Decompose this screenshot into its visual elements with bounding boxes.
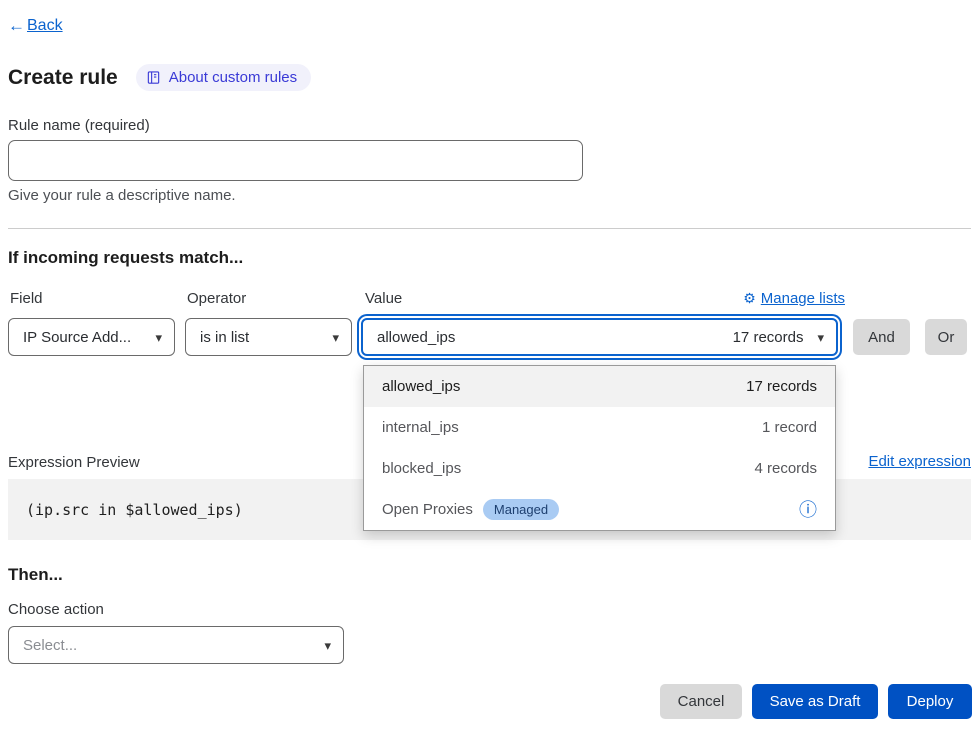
rule-name-helper: Give your rule a descriptive name. xyxy=(8,187,236,204)
action-select-placeholder: Select... xyxy=(23,637,77,654)
field-select[interactable]: IP Source Add... ▾ xyxy=(8,318,175,356)
value-dropdown-panel: allowed_ips 17 records internal_ips 1 re… xyxy=(363,365,836,531)
list-count: 17 records xyxy=(746,378,817,395)
list-name: Open Proxies xyxy=(382,501,473,518)
and-button[interactable]: And xyxy=(853,319,910,355)
section-divider xyxy=(8,228,971,229)
dropdown-item-internal-ips[interactable]: internal_ips 1 record xyxy=(364,407,835,448)
dropdown-item-blocked-ips[interactable]: blocked_ips 4 records xyxy=(364,448,835,489)
then-section-heading: Then... xyxy=(8,565,63,585)
field-select-value: IP Source Add... xyxy=(23,329,131,346)
about-custom-rules-link[interactable]: About custom rules xyxy=(136,64,311,91)
value-select-count: 17 records xyxy=(733,329,804,346)
action-select[interactable]: Select... ▾ xyxy=(8,626,344,664)
list-name: internal_ips xyxy=(382,419,459,436)
manage-lists-label: Manage lists xyxy=(761,290,845,307)
list-name: allowed_ips xyxy=(382,378,460,395)
choose-action-label: Choose action xyxy=(8,601,104,618)
page-title: Create rule xyxy=(8,66,118,90)
rule-name-label: Rule name (required) xyxy=(8,117,150,134)
back-link-label: Back xyxy=(27,17,63,35)
cancel-button[interactable]: Cancel xyxy=(660,684,742,719)
book-icon xyxy=(146,70,161,85)
operator-select-value: is in list xyxy=(200,329,249,346)
match-section-heading: If incoming requests match... xyxy=(8,248,243,268)
operator-select[interactable]: is in list ▾ xyxy=(185,318,352,356)
create-rule-page: ←Back Create rule About custom rules Rul… xyxy=(0,0,979,739)
managed-badge: Managed xyxy=(483,499,559,520)
chevron-down-icon: ▾ xyxy=(817,331,824,344)
operator-label: Operator xyxy=(187,290,246,307)
info-icon[interactable]: ⓘ xyxy=(799,501,817,519)
value-label: Value xyxy=(365,290,402,307)
expression-code: (ip.src in $allowed_ips) xyxy=(26,501,243,519)
value-select[interactable]: allowed_ips 17 records ▾ xyxy=(361,318,838,356)
save-as-draft-button[interactable]: Save as Draft xyxy=(752,684,878,719)
chevron-down-icon: ▾ xyxy=(324,639,331,652)
deploy-button[interactable]: Deploy xyxy=(888,684,972,719)
or-button[interactable]: Or xyxy=(925,319,967,355)
chevron-down-icon: ▾ xyxy=(332,331,339,344)
dropdown-item-allowed-ips[interactable]: allowed_ips 17 records xyxy=(364,366,835,407)
back-arrow-icon: ← xyxy=(8,16,25,36)
list-count: 4 records xyxy=(754,460,817,477)
about-custom-rules-label: About custom rules xyxy=(169,69,297,86)
rule-name-input[interactable] xyxy=(8,140,583,181)
expression-preview-label: Expression Preview xyxy=(8,454,140,471)
chevron-down-icon: ▾ xyxy=(155,331,162,344)
list-name: blocked_ips xyxy=(382,460,461,477)
gear-icon: ⚙ xyxy=(743,290,756,307)
value-select-name: allowed_ips xyxy=(377,329,455,346)
field-label: Field xyxy=(10,290,43,307)
list-count: 1 record xyxy=(762,419,817,436)
edit-expression-link[interactable]: Edit expression xyxy=(868,453,971,470)
back-link[interactable]: ←Back xyxy=(8,16,63,36)
page-header: Create rule About custom rules xyxy=(8,64,311,91)
manage-lists-link[interactable]: ⚙ Manage lists xyxy=(743,290,845,307)
dropdown-item-open-proxies[interactable]: Open Proxies Managed ⓘ xyxy=(364,489,835,530)
